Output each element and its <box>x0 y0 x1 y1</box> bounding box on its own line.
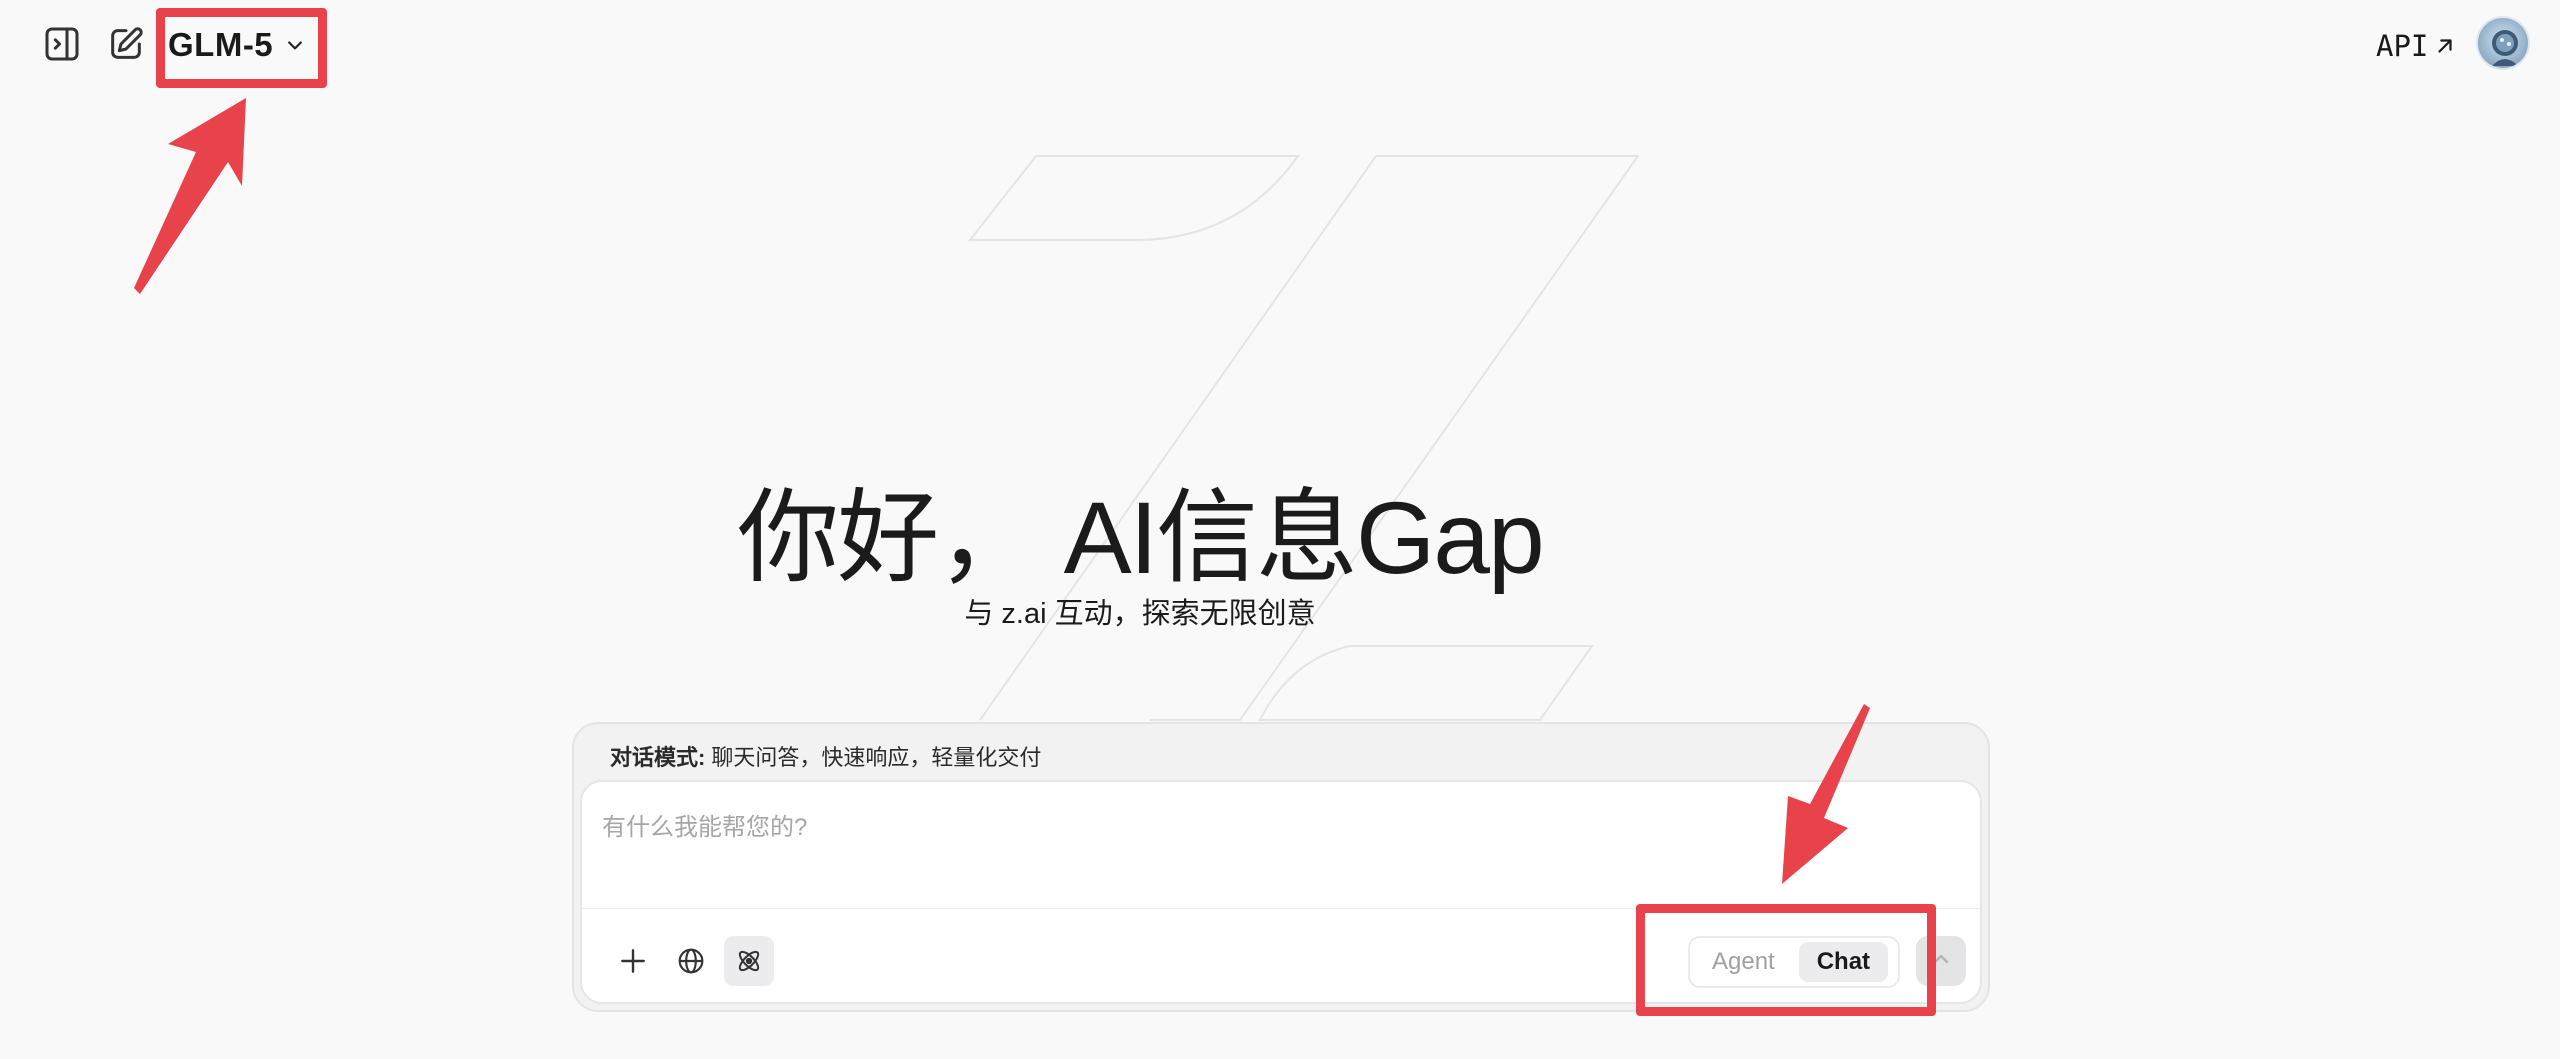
plus-icon <box>621 949 645 973</box>
user-avatar[interactable] <box>2476 16 2530 70</box>
mode-hint: 对话模式: 聊天问答，快速响应，轻量化交付 <box>610 740 1041 772</box>
deep-think-button[interactable] <box>724 936 774 986</box>
mode-hint-text: 聊天问答，快速响应，轻量化交付 <box>711 745 1042 770</box>
avatar-image <box>2492 30 2518 66</box>
model-selector[interactable]: GLM-5 <box>168 18 305 72</box>
mode-option-agent[interactable]: Agent <box>1694 942 1793 982</box>
prompt-input[interactable] <box>602 798 1902 858</box>
greeting-title: 你好， AI信息Gap <box>737 481 1545 595</box>
annotation-arrow-model <box>134 98 246 294</box>
edit-icon <box>111 27 143 59</box>
mode-toggle: Agent Chat <box>1688 936 1900 988</box>
atom-icon <box>738 950 760 972</box>
api-link[interactable]: API <box>2376 22 2456 70</box>
arrow-up-right-icon <box>2438 39 2452 53</box>
attach-button[interactable] <box>608 936 658 986</box>
new-chat-button[interactable] <box>102 20 150 68</box>
model-name: GLM-5 <box>168 26 274 63</box>
chat-composer: 对话模式:聊天问答，快速响应，轻量化交付 Agent Cha <box>572 722 1990 1012</box>
mode-hint-label: 对话模式: <box>610 745 706 770</box>
arrow-up-icon <box>1933 954 1949 964</box>
input-card: Agent Chat <box>580 780 1982 1004</box>
send-button[interactable] <box>1916 936 1966 986</box>
web-search-button[interactable] <box>666 936 716 986</box>
sidebar-toggle-button[interactable] <box>38 20 86 68</box>
chevron-down-icon <box>288 41 303 50</box>
api-label: API <box>2376 29 2429 63</box>
sidebar-toggle-icon <box>45 27 79 61</box>
input-divider <box>582 908 1980 909</box>
mode-option-chat[interactable]: Chat <box>1798 942 1889 982</box>
globe-icon <box>678 948 704 974</box>
greeting-subtitle: 与 z.ai 互动，探索无限创意 <box>964 598 1316 630</box>
